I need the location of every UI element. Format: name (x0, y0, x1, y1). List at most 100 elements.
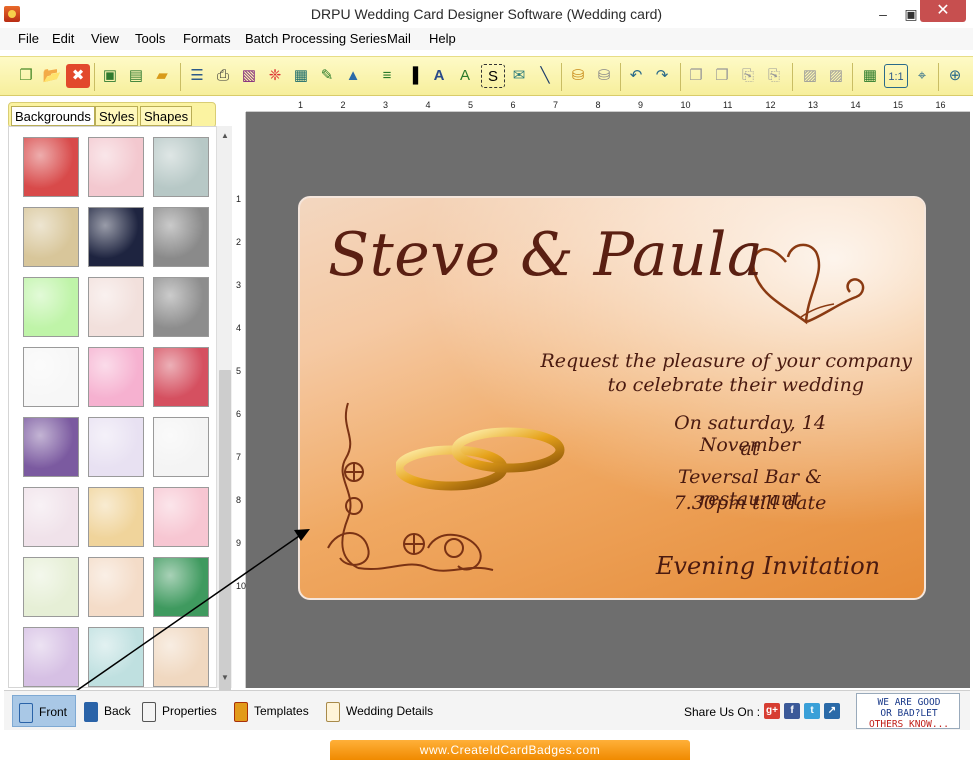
redo-icon[interactable]: ↷ (650, 64, 674, 88)
minimize-button[interactable]: – (870, 4, 896, 24)
ruler-top-number: 14 (850, 100, 861, 110)
undo-icon[interactable]: ↶ (624, 64, 648, 88)
menu-batch-processing-series[interactable]: Batch Processing Series (245, 31, 387, 46)
background-swatch[interactable] (88, 487, 144, 547)
background-swatch[interactable] (153, 557, 209, 617)
barcode-icon[interactable]: ▐ (401, 64, 425, 88)
menu-mail[interactable]: Mail (387, 31, 411, 46)
menu-formats[interactable]: Formats (183, 31, 231, 46)
background-swatch[interactable] (23, 137, 79, 197)
close-button[interactable]: ✕ (920, 0, 966, 22)
background-swatch[interactable] (153, 417, 209, 477)
open-folder-icon[interactable]: ▰ (150, 64, 174, 88)
card-line-request[interactable]: Request the pleasure of your company (300, 350, 922, 372)
front-tab[interactable]: Front (12, 695, 76, 727)
background-swatch[interactable] (88, 137, 144, 197)
templates-tab[interactable]: Templates (234, 695, 316, 727)
bring-forward-icon[interactable]: ▨ (798, 64, 822, 88)
scroll-thumb[interactable] (219, 370, 231, 700)
background-swatch[interactable] (23, 207, 79, 267)
word-art-icon[interactable]: A (453, 64, 477, 88)
facebook-icon[interactable]: f (784, 703, 800, 719)
print-icon[interactable]: ⎙ (211, 64, 235, 88)
couple-names[interactable]: Steve & Paula (328, 220, 763, 290)
twitter-icon[interactable]: t (804, 703, 820, 719)
save-icon[interactable]: ▣ (98, 64, 122, 88)
grid-icon[interactable]: ▦ (858, 64, 882, 88)
fit-icon[interactable]: ⌖ (910, 64, 934, 88)
tab-backgrounds[interactable]: Backgrounds (11, 106, 95, 126)
background-swatch[interactable] (88, 557, 144, 617)
background-swatch[interactable] (153, 347, 209, 407)
menu-view[interactable]: View (91, 31, 119, 46)
print-preview-icon[interactable]: ▧ (237, 64, 261, 88)
background-swatch[interactable] (23, 417, 79, 477)
text-icon[interactable]: A (427, 64, 451, 88)
tab-styles[interactable]: Styles (95, 106, 139, 126)
scroll-up-icon[interactable]: ▲ (217, 128, 233, 144)
line-icon[interactable]: ╲ (533, 64, 557, 88)
background-swatch[interactable] (88, 417, 144, 477)
save-as-icon[interactable]: ▤ (124, 64, 148, 88)
background-swatch[interactable] (23, 277, 79, 337)
card-line-at[interactable]: at (630, 438, 870, 460)
ruler-top-number: 16 (935, 100, 946, 110)
gift-icon[interactable]: ❈ (263, 64, 287, 88)
background-swatch[interactable] (23, 557, 79, 617)
copy-alt-icon[interactable]: ❐ (710, 64, 734, 88)
card-line-time[interactable]: 7.30pm till date (630, 492, 870, 514)
send-backward-icon[interactable]: ▨ (824, 64, 848, 88)
pen-icon[interactable]: ✎ (315, 64, 339, 88)
background-swatch[interactable] (153, 137, 209, 197)
paste-icon[interactable]: ⎘ (736, 64, 760, 88)
background-swatch[interactable] (23, 487, 79, 547)
background-swatch[interactable] (88, 207, 144, 267)
google-plus-icon[interactable]: g+ (764, 703, 780, 719)
share-icon[interactable]: ↗ (824, 703, 840, 719)
tab-shapes[interactable]: Shapes (140, 106, 193, 126)
mail-icon[interactable]: ✉ (507, 64, 531, 88)
menu-file[interactable]: File (18, 31, 39, 46)
copy-icon[interactable]: ❐ (684, 64, 708, 88)
background-swatch[interactable] (153, 487, 209, 547)
properties-label: Properties (162, 704, 217, 718)
paste-alt-icon[interactable]: ⎘ (762, 64, 786, 88)
signature-icon[interactable]: S (481, 64, 505, 88)
new-icon[interactable]: ❐ (14, 64, 38, 88)
background-swatch[interactable] (23, 627, 79, 687)
background-swatch[interactable] (88, 347, 144, 407)
background-swatch[interactable] (88, 627, 144, 687)
background-swatch[interactable] (88, 277, 144, 337)
website-footer[interactable]: www.CreateIdCardBadges.com (330, 740, 690, 760)
insert-picture-icon[interactable]: ▲ (341, 64, 365, 88)
card-line-evening-invitation[interactable]: Evening Invitation (630, 552, 906, 580)
window-title: DRPU Wedding Card Designer Software (Wed… (310, 6, 663, 22)
properties-page-icon (142, 701, 156, 722)
toolbar-separator (94, 63, 95, 91)
properties-icon[interactable]: ☰ (185, 64, 209, 88)
menu-help[interactable]: Help (429, 31, 456, 46)
menu-tools[interactable]: Tools (135, 31, 165, 46)
properties-tab[interactable]: Properties (142, 695, 222, 727)
feedback-banner[interactable]: WE ARE GOOD OR BAD?LET OTHERS KNOW... (856, 693, 960, 730)
menu-edit[interactable]: Edit (52, 31, 74, 46)
close-doc-icon[interactable]: ✖ (66, 64, 90, 88)
scroll-down-icon[interactable]: ▼ (217, 670, 233, 686)
open-icon[interactable]: 📂 (40, 64, 64, 88)
background-swatch[interactable] (153, 277, 209, 337)
database-alt-icon[interactable]: ⛁ (592, 64, 616, 88)
card-line-celebrate[interactable]: to celebrate their wedding (300, 374, 864, 396)
back-tab[interactable]: Back (80, 695, 136, 727)
database-icon[interactable]: ⛁ (566, 64, 590, 88)
wedding-details-tab[interactable]: Wedding Details (326, 695, 442, 727)
ruler-left-number: 7 (236, 452, 242, 462)
gallery-scrollbar[interactable]: ▲ ▼ (216, 126, 233, 700)
export-image-icon[interactable]: ▦ (289, 64, 313, 88)
background-swatch[interactable] (153, 207, 209, 267)
background-swatch[interactable] (23, 347, 79, 407)
actual-size-icon[interactable]: 1:1 (884, 64, 908, 88)
wedding-card[interactable]: Steve & Paula Request the pleasure of yo… (298, 196, 926, 600)
background-swatch[interactable] (153, 627, 209, 687)
zoom-in-icon[interactable]: ⊕ (943, 64, 967, 88)
watermark-icon[interactable]: ≡ (375, 64, 399, 88)
